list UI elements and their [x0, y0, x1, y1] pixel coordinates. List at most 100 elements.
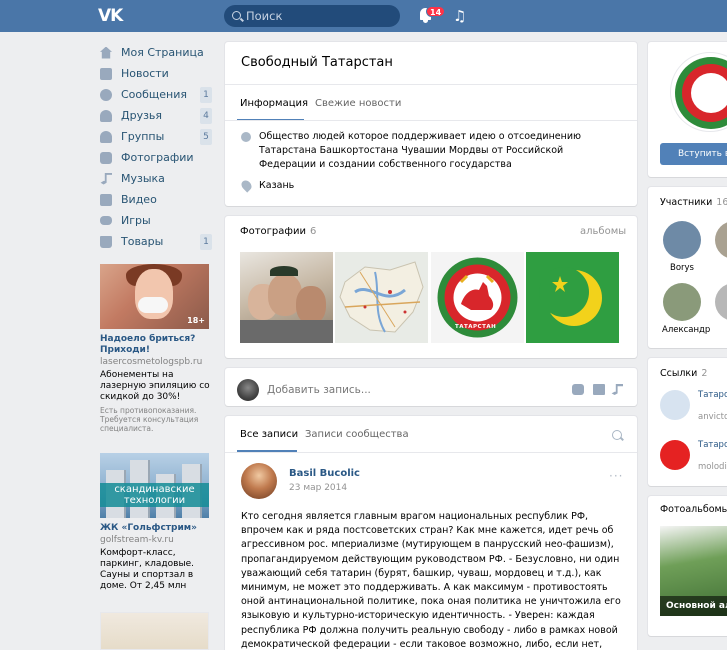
sidebar-nav: Моя Страница Новости Сообщения 1 Друзья 4 Груп… — [100, 42, 212, 252]
sidebar-item-7[interactable]: Видео — [100, 189, 212, 210]
photos-count: 6 — [309, 226, 317, 237]
albums-link[interactable]: альбомы — [580, 226, 626, 237]
user-avatar[interactable] — [237, 379, 259, 401]
member-name[interactable]: Н — [714, 263, 727, 273]
ad-title[interactable]: ЖК «Гольфстрим» — [100, 523, 210, 534]
crescent-flag-image — [526, 252, 619, 343]
ad-image-third[interactable] — [100, 612, 209, 650]
search-input[interactable] — [246, 7, 394, 25]
sidebar-item-3[interactable]: Друзья 4 — [100, 105, 212, 126]
video-icon[interactable] — [593, 384, 605, 395]
map-image — [335, 252, 428, 343]
links-label: Ссылки — [660, 368, 698, 379]
music-note-icon[interactable]: ♫ — [453, 7, 466, 25]
author-avatar[interactable] — [241, 463, 277, 499]
bag-icon — [100, 235, 112, 248]
more-options-icon[interactable]: ··· — [609, 469, 623, 483]
member-name[interactable]: Ес — [714, 325, 727, 335]
wall-search-icon[interactable] — [612, 430, 622, 440]
photos-header[interactable]: Фотографии 6 — [240, 226, 316, 237]
member-avatar[interactable] — [663, 283, 701, 321]
member-avatar[interactable] — [663, 221, 701, 259]
video-icon — [100, 193, 112, 206]
sidebar-item-1[interactable]: Новости — [100, 63, 212, 84]
group-description-row: Общество людей которое поддерживает идею… — [241, 130, 611, 172]
member-item[interactable]: Александр — [662, 283, 710, 335]
search-box[interactable] — [224, 5, 400, 27]
link-name[interactable]: Татарс свобод — [698, 440, 727, 451]
sidebar-item-label: Игры — [121, 214, 151, 227]
link-icon[interactable] — [660, 440, 690, 470]
member-avatar[interactable] — [715, 221, 727, 259]
sidebar-item-5[interactable]: Фотографии — [100, 147, 212, 168]
ad-title[interactable]: Надоело бриться? Приходи! — [100, 334, 210, 356]
link-icon[interactable] — [660, 390, 690, 420]
ad-block-golfstream[interactable]: скандинавские технологии ЖК «Гольфстрим»… — [100, 453, 210, 592]
album-thumb[interactable]: Основной аль — [660, 526, 727, 616]
post-author[interactable]: Basil Bucolic — [289, 468, 360, 479]
ad-block-third[interactable] — [100, 612, 210, 650]
sidebar-item-4[interactable]: Группы 5 — [100, 126, 212, 147]
member-item[interactable]: Н — [714, 221, 727, 273]
ad-disclaimer: Есть противопоказания. Требуется консуль… — [100, 406, 199, 433]
group-avatar-emblem — [675, 57, 727, 129]
photo-thumb-flag[interactable] — [526, 252, 619, 343]
member-name[interactable]: Borys — [662, 263, 702, 273]
group-avatar-card: Вступить в — [648, 42, 727, 177]
photo-thumb-men[interactable] — [240, 252, 333, 343]
sidebar-item-count: 1 — [200, 233, 212, 250]
top-bar: VK 14 ♫ — [0, 0, 727, 32]
sidebar-item-2[interactable]: Сообщения 1 — [100, 84, 212, 105]
link-item[interactable]: Татарс свобод molodi — [660, 440, 727, 476]
post-date[interactable]: 23 мар 2014 — [289, 483, 347, 493]
tab-all-posts[interactable]: Все записи — [240, 429, 298, 440]
tab-info[interactable]: Информация — [240, 98, 308, 109]
links-header[interactable]: Ссылки 2 — [660, 368, 707, 379]
sidebar-item-label: Видео — [121, 193, 157, 206]
sidebar-item-label: Музыка — [121, 172, 165, 185]
sidebar-item-label: Сообщения — [121, 88, 188, 101]
music-icon[interactable] — [611, 384, 623, 395]
member-item[interactable]: Ес — [714, 283, 727, 335]
link-item[interactable]: Татарс свобод anvicto — [660, 390, 727, 426]
members-header[interactable]: Участники 16 — [660, 197, 727, 208]
photo-thumb-map[interactable] — [335, 252, 428, 343]
link-name[interactable]: Татарс свобод — [698, 390, 727, 401]
group-avatar[interactable] — [670, 52, 727, 132]
ad-image-shaving[interactable]: 18+ — [100, 264, 209, 329]
sidebar-item-9[interactable]: Товары 1 — [100, 231, 212, 252]
member-avatar[interactable] — [715, 283, 727, 321]
emblem-text: ТАТАРСТАН — [455, 324, 497, 330]
location-pin-icon — [239, 178, 254, 193]
sidebar-item-8[interactable]: Игры — [100, 210, 212, 231]
ad-domain[interactable]: golfstream-kv.ru — [100, 535, 210, 546]
group-city-row: Казань — [239, 178, 295, 193]
camera-icon — [100, 151, 112, 164]
search-icon — [232, 11, 241, 20]
member-item[interactable]: Borys — [662, 221, 702, 273]
links-card: Ссылки2 Татарс свободanvictoТатарс свобо… — [648, 358, 727, 486]
wall-card: Все записи Записи сообщества Basil Bucol… — [225, 416, 637, 650]
group-city: Казань — [259, 180, 295, 191]
ad-domain[interactable]: lasercosmetologspb.ru — [100, 357, 210, 368]
vk-logo[interactable]: VK — [98, 6, 126, 26]
new-post-input[interactable] — [267, 379, 547, 401]
camera-icon[interactable] — [572, 384, 584, 395]
link-domain: molodi — [698, 462, 727, 472]
tab-fresh-news[interactable]: Свежие новости — [315, 98, 401, 109]
ad-image-buildings[interactable]: скандинавские технологии — [100, 453, 209, 518]
sidebar-item-6[interactable]: Музыка — [100, 168, 212, 189]
member-name[interactable]: Александр — [662, 325, 710, 335]
sidebar-item-label: Новости — [121, 67, 169, 80]
albums-header[interactable]: Фотоальбомы — [660, 504, 727, 515]
age-badge: 18+ — [187, 316, 205, 325]
music-icon — [100, 172, 112, 185]
sidebar-item-0[interactable]: Моя Страница — [100, 42, 212, 63]
join-button[interactable]: Вступить в — [660, 143, 727, 165]
ad-block-shaving[interactable]: 18+ Надоело бриться? Приходи! lasercosme… — [100, 264, 210, 433]
post-composer — [225, 368, 637, 406]
ad-text: Абонементы на лазерную эпиляцию со скидк… — [100, 370, 210, 402]
tab-community-posts[interactable]: Записи сообщества — [305, 429, 409, 440]
photo-thumb-emblem[interactable]: ТАТАРСТАН — [431, 252, 524, 343]
sidebar-item-count: 4 — [200, 107, 212, 124]
